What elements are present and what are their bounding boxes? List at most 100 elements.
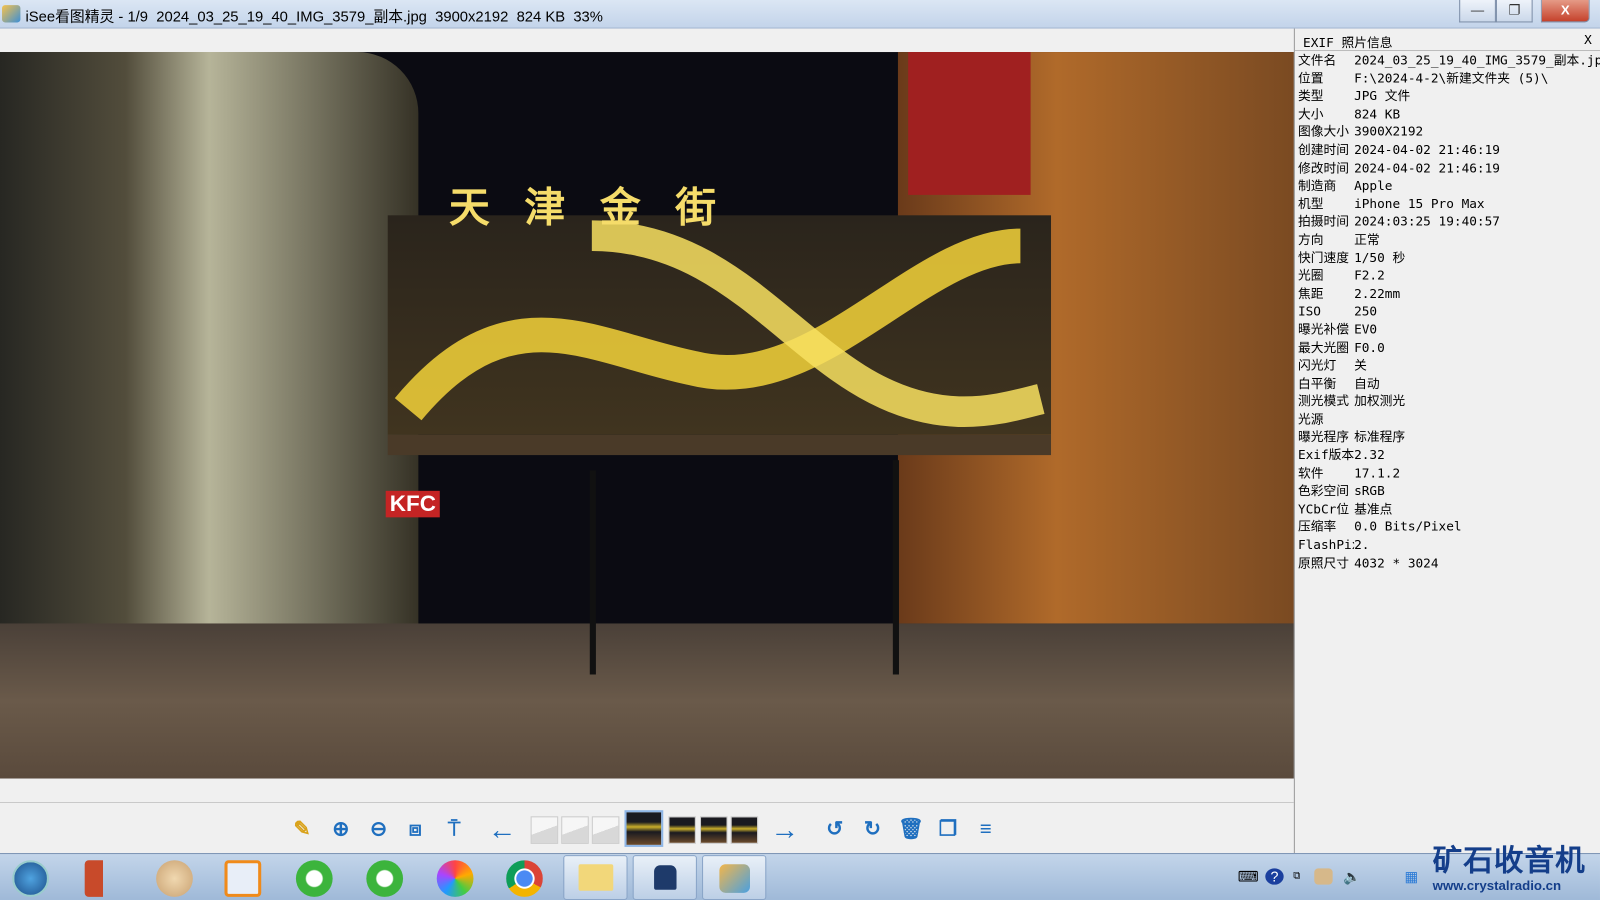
- exif-label: 曝光补偿: [1297, 321, 1349, 337]
- exif-row: 文件名 2024_03_25_19_40_IMG_3579_副本.jpg: [1295, 51, 1600, 69]
- exif-row: 白平衡 自动: [1295, 374, 1600, 392]
- exif-row: 大小 824 KB: [1295, 105, 1600, 123]
- exif-value: 2024_03_25_19_40_IMG_3579_副本.jpg: [1354, 52, 1600, 68]
- watermark: 矿石收音机 www.crystalradio.cn: [1433, 837, 1600, 900]
- close-button[interactable]: X: [1540, 0, 1590, 23]
- slideshow-icon[interactable]: ⍑: [442, 817, 466, 841]
- exif-label: 测光模式: [1297, 393, 1349, 409]
- exif-value: 关: [1354, 357, 1367, 373]
- zoom-in-icon[interactable]: ⊕: [329, 817, 353, 841]
- help-icon[interactable]: ?: [1265, 868, 1284, 885]
- exif-label: 大小: [1297, 105, 1324, 122]
- delete-icon[interactable]: 🗑: [898, 817, 924, 841]
- watermark-name: 矿石收音机: [1432, 842, 1586, 878]
- speaker-icon[interactable]: 🔈: [1343, 868, 1361, 884]
- taskbar: ⌨ ? ⧉ 🔈 ▦: [0, 853, 1600, 900]
- exif-row: 曝光补偿 EV0: [1295, 320, 1600, 338]
- minimize-button[interactable]: —: [1459, 0, 1496, 23]
- exif-label: 白平衡: [1297, 375, 1337, 391]
- list-icon[interactable]: ≡: [973, 817, 997, 841]
- thumbnail[interactable]: [530, 816, 559, 844]
- exif-row: 修改时间 2024-04-02 21:46:19: [1295, 159, 1600, 177]
- thumbnail[interactable]: [699, 816, 728, 844]
- zoom-out-icon[interactable]: ⊖: [366, 817, 390, 841]
- copy-icon[interactable]: ❐: [936, 817, 960, 841]
- exif-row: 光圈 F2.2: [1295, 266, 1600, 284]
- exif-panel: EXIF 照片信息 X 文件名 2024_03_25_19_40_IMG_3579…: [1293, 28, 1600, 854]
- keyboard-icon[interactable]: ⌨: [1238, 868, 1259, 884]
- watermark-url: www.crystalradio.cn: [1432, 877, 1562, 893]
- status-strip: [0, 778, 1294, 804]
- thumbnail-selected[interactable]: [624, 810, 664, 847]
- app-tray-icon[interactable]: ▦: [1402, 868, 1420, 884]
- exif-row: 创建时间 2024-04-02 21:46:19: [1295, 141, 1600, 159]
- light-ribbon: [394, 220, 1045, 427]
- thumbnail[interactable]: [730, 816, 759, 844]
- browser-e2-icon[interactable]: [366, 860, 404, 897]
- exif-row: 软件 17.1.2: [1295, 464, 1600, 482]
- exif-row: 拍摄时间 2024:03:25 19:40:57: [1295, 213, 1600, 231]
- exif-row: 色彩空间 sRGB: [1295, 482, 1600, 500]
- exif-row: YCbCr位 基准点: [1295, 500, 1600, 518]
- exif-label: 闪光灯: [1297, 357, 1337, 373]
- exif-row: FlashPix 2.: [1295, 536, 1600, 554]
- exif-value: F0.0: [1354, 339, 1385, 355]
- exif-value: 2.22mm: [1354, 285, 1401, 301]
- browser-e-icon[interactable]: [295, 860, 333, 897]
- rotate-left-icon[interactable]: ↺: [822, 817, 846, 841]
- cat-tray-icon[interactable]: [1314, 868, 1333, 885]
- exif-row: 原照尺寸 4032 * 3024: [1295, 554, 1600, 572]
- exif-value: 250: [1354, 303, 1378, 319]
- taskbar-cat-app[interactable]: [632, 855, 697, 900]
- maximize-button[interactable]: ❐: [1495, 0, 1533, 23]
- next-arrow-icon[interactable]: →: [770, 815, 799, 844]
- thumbnail[interactable]: [591, 816, 620, 844]
- window-title: iSee看图精灵 - 1/9 2024_03_25_19_40_IMG_3579…: [25, 9, 603, 26]
- exif-value: 加权测光: [1354, 393, 1406, 409]
- start-button[interactable]: [12, 860, 49, 897]
- exif-label: 文件名: [1297, 52, 1337, 68]
- prev-arrow-icon[interactable]: ←: [488, 815, 517, 844]
- paint-icon[interactable]: [156, 860, 193, 897]
- exif-value: 2024-04-02 21:46:19: [1354, 159, 1500, 176]
- fit-window-icon[interactable]: ⧈: [403, 817, 427, 841]
- exif-label: 方向: [1297, 231, 1324, 247]
- exif-row: 类型 JPG 文件: [1295, 87, 1600, 105]
- exif-value: 自动: [1354, 375, 1380, 391]
- exif-value: sRGB: [1354, 482, 1385, 499]
- chrome-icon[interactable]: [506, 860, 543, 897]
- photo-view[interactable]: 天 津 金 街 KFC: [0, 52, 1294, 779]
- brush-icon[interactable]: ✎: [290, 817, 314, 841]
- exif-value: 1/50 秒: [1354, 249, 1406, 265]
- taskbar-explorer[interactable]: [563, 855, 628, 900]
- exif-label: 修改时间: [1297, 159, 1349, 176]
- thumbnail[interactable]: [668, 816, 696, 844]
- exif-rows: 文件名 2024_03_25_19_40_IMG_3579_副本.jpg 位置 F:\…: [1295, 51, 1600, 572]
- exif-label: 类型: [1297, 87, 1324, 104]
- exif-value: F:\2024-4-2\新建文件夹 (5)\: [1354, 69, 1549, 86]
- exif-value: 3900X2192: [1354, 123, 1424, 140]
- taskbar-isee[interactable]: [702, 855, 767, 900]
- exif-value: 4032 * 3024: [1354, 554, 1439, 571]
- exif-label: 位置: [1297, 69, 1324, 86]
- exif-row: Exif版本 2.32: [1295, 446, 1600, 464]
- toolbar: ✎ ⊕ ⊖ ⧈ ⍑ ← → ↺ ↻ 🗑 ❐ ≡: [0, 803, 1294, 854]
- color-app-icon[interactable]: [436, 860, 474, 897]
- app-icon: [2, 5, 21, 23]
- rotate-right-icon[interactable]: ↻: [860, 817, 884, 841]
- exif-label: FlashPix: [1297, 536, 1355, 553]
- media-player-icon[interactable]: [224, 860, 262, 897]
- thumbnail[interactable]: [561, 816, 589, 844]
- network-icon[interactable]: ⧉: [1288, 868, 1306, 884]
- exif-label: YCbCr位: [1297, 500, 1350, 517]
- volume-app-icon[interactable]: [84, 860, 122, 897]
- exif-row: 图像大小 3900X2192: [1295, 123, 1600, 141]
- exif-close-button[interactable]: X: [1584, 32, 1592, 47]
- exif-row: 焦距 2.22mm: [1295, 284, 1600, 302]
- exif-row: 压缩率 0.0 Bits/Pixel: [1295, 518, 1600, 536]
- red-sign: [908, 52, 1031, 195]
- exif-row: 测光模式 加权测光: [1295, 392, 1600, 410]
- exif-label: 曝光程序: [1297, 429, 1349, 445]
- exif-label: 制造商: [1297, 177, 1337, 194]
- cat-icon: [654, 865, 677, 890]
